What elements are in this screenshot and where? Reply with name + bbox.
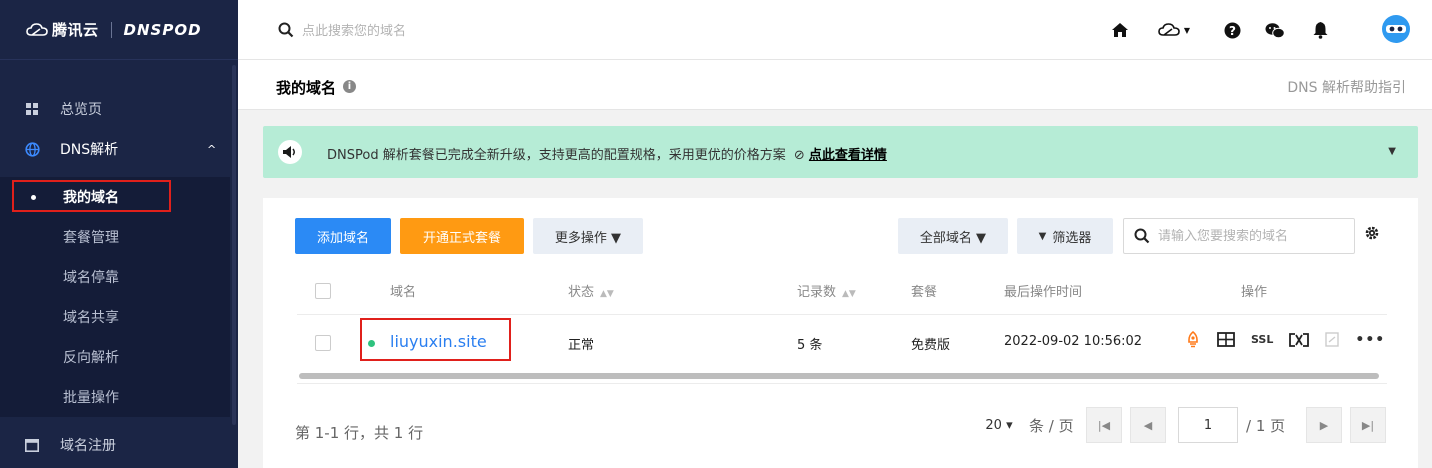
page-title: 我的域名: [276, 79, 337, 97]
first-page-button[interactable]: |◀: [1086, 407, 1122, 443]
next-page-button[interactable]: ▶: [1306, 407, 1342, 443]
last-op-cell: 2022-09-02 10:56:02: [1004, 334, 1143, 349]
logo-divider: [110, 21, 112, 38]
search-icon: [278, 22, 294, 37]
global-search[interactable]: 点此搜索您的域名: [278, 20, 406, 39]
collapse-caret-icon[interactable]: ▼: [1388, 146, 1396, 157]
horizontal-scrollbar[interactable]: [299, 373, 1379, 379]
logo[interactable]: 腾讯云 DNSPOD: [0, 0, 238, 60]
domain-search-input[interactable]: [1158, 228, 1338, 244]
pager-summary: 第 1-1 行，共 1 行: [295, 424, 424, 442]
filter-button[interactable]: ▼ 筛选器: [1017, 218, 1113, 254]
column-header-records-label: 记录数: [797, 285, 837, 300]
bell-icon[interactable]: [1308, 18, 1332, 42]
sidebar-item-register[interactable]: 域名注册: [0, 425, 238, 465]
page-size-select[interactable]: 20 ▾: [979, 407, 1019, 443]
sidebar: 腾讯云 DNSPOD 总览页 DNS解析 ^ 我的域名 套餐管理 域名停靠 域名…: [0, 0, 238, 468]
filter-label: 筛选器: [1052, 230, 1092, 246]
chevron-up-icon: ^: [207, 142, 217, 156]
announcement-text: DNSPod 解析套餐已完成全新升级，支持更高的配置规格，采用更优的价格方案 ⊘…: [327, 144, 887, 163]
sidebar-subitem-batch[interactable]: 批量操作: [0, 377, 230, 417]
column-header-domain: 域名: [390, 285, 417, 300]
tencent-cloud-icon: [26, 22, 48, 36]
sidebar-item-label: 域名注册: [60, 438, 116, 454]
page-number-input[interactable]: 1: [1178, 407, 1238, 443]
per-page-label: 条 / 页: [1029, 416, 1074, 435]
column-header-status-label: 状态: [568, 285, 595, 300]
sidebar-item-label: DNS解析: [60, 142, 119, 158]
ssl-icon[interactable]: SSL: [1251, 333, 1273, 346]
sidebar-subitem-sharing[interactable]: 域名共享: [0, 297, 230, 337]
all-domains-dropdown[interactable]: 全部域名 ▼: [898, 218, 1008, 254]
more-actions-button[interactable]: 更多操作 ▼: [533, 218, 643, 254]
gear-icon[interactable]: [1363, 224, 1381, 246]
svg-text:?: ?: [1229, 24, 1236, 38]
sidebar-subitem-parking[interactable]: 域名停靠: [0, 257, 230, 297]
info-icon[interactable]: i: [343, 80, 356, 93]
highlight-box: [12, 180, 171, 212]
sidebar-item-dns[interactable]: DNS解析 ^: [0, 129, 238, 169]
open-plan-button[interactable]: 开通正式套餐: [400, 218, 524, 254]
column-header-actions: 操作: [1241, 285, 1268, 300]
last-page-button[interactable]: ▶|: [1350, 407, 1386, 443]
column-header-plan: 套餐: [911, 285, 938, 300]
help-icon[interactable]: ?: [1220, 18, 1244, 42]
window-icon: [24, 437, 40, 453]
page-header: 我的域名 i DNS 解析帮助指引: [238, 60, 1432, 110]
sort-icon: ▲▼: [600, 289, 614, 299]
announcement-message: DNSPod 解析套餐已完成全新升级，支持更高的配置规格，采用更优的价格方案: [327, 148, 786, 163]
sidebar-subitem-label: 批量操作: [63, 390, 119, 406]
product-name: DNSPOD: [123, 20, 202, 39]
sidebar-item-label: 总览页: [60, 102, 102, 118]
announcement-banner: DNSPod 解析套餐已完成全新升级，支持更高的配置规格，采用更优的价格方案 ⊘…: [263, 126, 1418, 178]
avatar[interactable]: [1381, 14, 1411, 44]
sidebar-scrollbar[interactable]: [232, 65, 236, 425]
topbar: 点此搜索您的域名 ▼ ?: [238, 0, 1432, 60]
chevron-down-icon: ▼: [1183, 25, 1191, 35]
sidebar-subitem-label: 域名停靠: [63, 270, 119, 286]
select-all-checkbox[interactable]: [315, 283, 331, 299]
sidebar-subitem-label: 域名共享: [63, 310, 119, 326]
link-icon: ⊘: [793, 148, 805, 163]
grid-icon: [24, 101, 40, 117]
column-header-status[interactable]: 状态 ▲▼: [568, 281, 614, 300]
rocket-icon[interactable]: [1185, 331, 1201, 348]
column-header-last-op: 最后操作时间: [1004, 285, 1083, 300]
header-divider: [297, 314, 1387, 315]
prev-page-button[interactable]: ◀: [1130, 407, 1166, 443]
home-icon[interactable]: [1108, 18, 1132, 42]
cloud-menu-icon[interactable]: ▼: [1154, 18, 1194, 42]
records-cell: 5 条: [797, 338, 823, 353]
sidebar-subitem-reverse[interactable]: 反向解析: [0, 337, 230, 377]
add-domain-button[interactable]: 添加域名: [295, 218, 391, 254]
filter-icon: ▼: [1038, 230, 1047, 242]
row-actions: SSL •••: [1185, 331, 1401, 348]
plan-cell: 免费版: [911, 338, 951, 353]
sort-icon: ▲▼: [842, 289, 856, 299]
announcement-link[interactable]: 点此查看详情: [809, 148, 887, 163]
row-divider: [297, 383, 1387, 384]
edit-disabled-icon: [1325, 332, 1340, 347]
globe-icon: [24, 141, 40, 157]
brand-name: 腾讯云: [52, 21, 99, 39]
code-icon[interactable]: [1289, 332, 1310, 347]
sidebar-subitem-label: 套餐管理: [63, 230, 119, 246]
global-search-placeholder: 点此搜索您的域名: [302, 24, 407, 39]
highlight-box: [360, 318, 511, 361]
domain-search-box[interactable]: [1123, 218, 1355, 254]
status-cell: 正常: [568, 338, 595, 353]
speaker-icon: [278, 140, 302, 164]
dashboard-icon[interactable]: [1217, 332, 1235, 347]
search-icon: [1134, 228, 1150, 244]
sidebar-subitem-plans[interactable]: 套餐管理: [0, 217, 230, 257]
sidebar-subitem-label: 反向解析: [63, 350, 119, 366]
column-header-records[interactable]: 记录数 ▲▼: [797, 281, 856, 300]
total-pages-label: / 1 页: [1246, 416, 1286, 435]
help-guide-link[interactable]: DNS 解析帮助指引: [1287, 77, 1406, 97]
wechat-icon[interactable]: [1263, 18, 1287, 42]
more-icon[interactable]: •••: [1355, 332, 1385, 348]
sidebar-item-overview[interactable]: 总览页: [0, 89, 238, 129]
row-checkbox[interactable]: [315, 335, 331, 351]
